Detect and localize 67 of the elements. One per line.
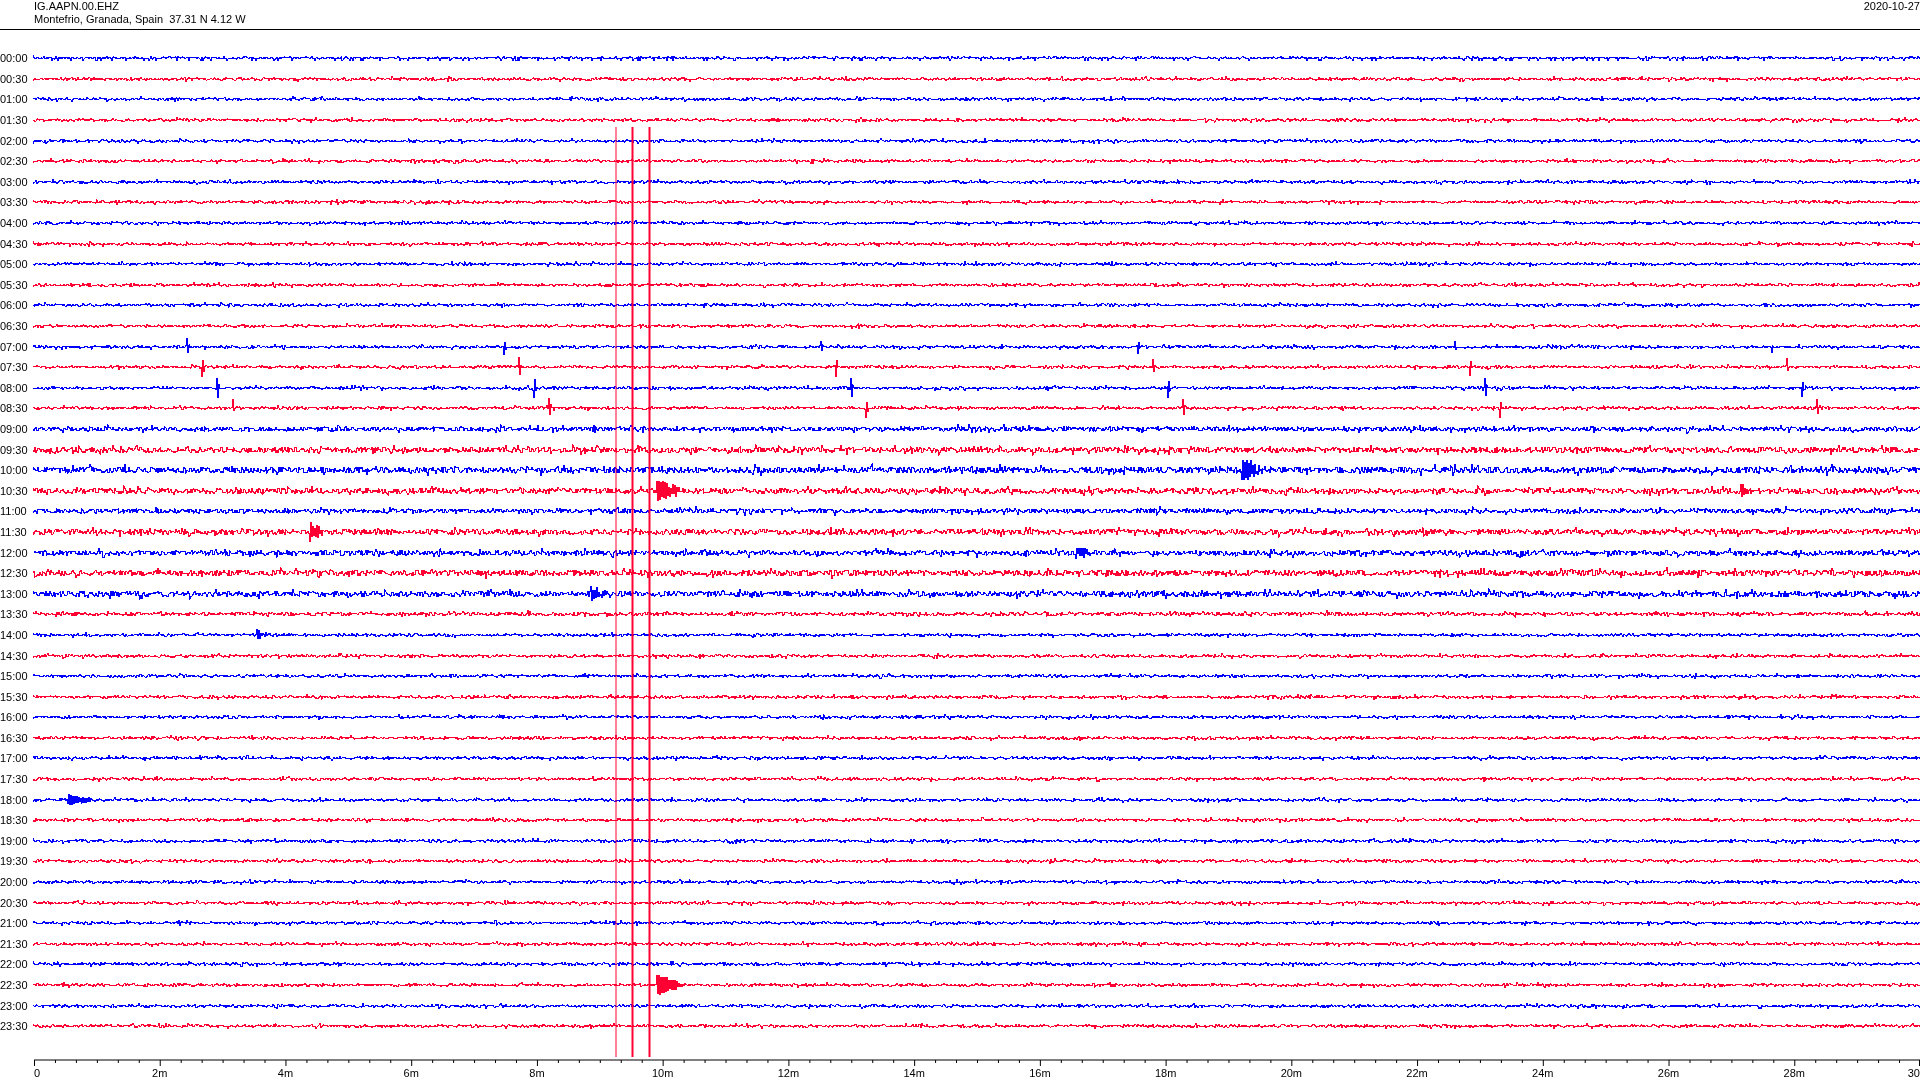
time-label: 01:00 bbox=[0, 93, 29, 106]
time-label: 17:30 bbox=[0, 773, 29, 786]
tick-label: 8m bbox=[529, 1067, 545, 1079]
time-label: 23:30 bbox=[0, 1020, 29, 1033]
time-label: 06:30 bbox=[0, 320, 29, 332]
time-label: 11:00 bbox=[0, 505, 28, 518]
tick-label: 0 bbox=[34, 1067, 41, 1079]
time-label: 03:30 bbox=[0, 196, 29, 209]
time-label: 14:00 bbox=[0, 628, 29, 641]
time-label: 01:30 bbox=[0, 114, 29, 127]
tick-label: 12m bbox=[777, 1067, 800, 1079]
time-label: 22:00 bbox=[0, 958, 29, 971]
tick-label: 20m bbox=[1280, 1067, 1303, 1079]
time-label: 08:00 bbox=[0, 381, 29, 394]
tick-label: 6m bbox=[403, 1067, 419, 1079]
time-label: 15:30 bbox=[0, 690, 29, 703]
time-label: 10:30 bbox=[0, 484, 29, 497]
tick-label: 24m bbox=[1532, 1067, 1554, 1079]
time-label: 02:30 bbox=[0, 155, 29, 168]
tick-label: 30 bbox=[1907, 1067, 1920, 1079]
time-label: 20:30 bbox=[0, 896, 29, 909]
time-label: 05:00 bbox=[0, 258, 29, 271]
time-label: 14:30 bbox=[0, 649, 29, 662]
time-label: 04:00 bbox=[0, 217, 29, 230]
time-label: 18:00 bbox=[0, 793, 29, 806]
time-label: 07:30 bbox=[0, 361, 29, 374]
time-label: 20:00 bbox=[0, 876, 29, 889]
time-label: 02:00 bbox=[0, 134, 29, 147]
time-label: 13:30 bbox=[0, 608, 29, 621]
time-label: 19:00 bbox=[0, 834, 29, 847]
time-label: 04:30 bbox=[0, 237, 29, 250]
time-label: 16:30 bbox=[0, 731, 29, 744]
tick-label: 10m bbox=[651, 1067, 674, 1079]
tick-label: 16m bbox=[1029, 1067, 1051, 1079]
time-label: 12:00 bbox=[0, 546, 29, 559]
time-label: 06:00 bbox=[0, 299, 29, 312]
tick-label: 22m bbox=[1406, 1067, 1428, 1079]
time-label: 07:00 bbox=[0, 340, 29, 353]
time-label: 17:00 bbox=[0, 752, 29, 765]
time-label: 05:30 bbox=[0, 278, 29, 291]
time-label: 00:00 bbox=[0, 52, 29, 65]
tick-label: 28m bbox=[1783, 1067, 1805, 1079]
tick-label: 26m bbox=[1657, 1067, 1680, 1079]
time-label: 23:00 bbox=[0, 999, 29, 1012]
tick-label: 14m bbox=[903, 1067, 925, 1079]
tick-label: 4m bbox=[277, 1067, 294, 1079]
time-label: 08:30 bbox=[0, 402, 29, 415]
station-location: Montefrio, Granada, Spain 37.31 N 4.12 W bbox=[34, 13, 246, 26]
time-label: 18:30 bbox=[0, 814, 29, 827]
time-label: 00:30 bbox=[0, 72, 29, 85]
time-label: 12:30 bbox=[0, 567, 29, 580]
tick-label: 2m bbox=[152, 1067, 168, 1079]
station-code: IG.AAPN.00.EHZ bbox=[34, 0, 120, 13]
time-label: 03:00 bbox=[0, 175, 29, 188]
time-label: 09:00 bbox=[0, 423, 29, 435]
time-label: 19:30 bbox=[0, 855, 29, 868]
time-label: 11:30 bbox=[0, 525, 28, 538]
tick-label: 18m bbox=[1154, 1067, 1177, 1079]
date-label: 2020-10-27 bbox=[1863, 0, 1920, 13]
time-label: 21:00 bbox=[0, 917, 29, 930]
time-label: 13:00 bbox=[0, 587, 29, 600]
time-label: 16:00 bbox=[0, 711, 29, 724]
time-label: 15:00 bbox=[0, 670, 29, 683]
time-label: 10:00 bbox=[0, 464, 29, 477]
time-label: 21:30 bbox=[0, 937, 29, 950]
time-label: 09:30 bbox=[0, 443, 29, 456]
time-label: 22:30 bbox=[0, 979, 29, 991]
